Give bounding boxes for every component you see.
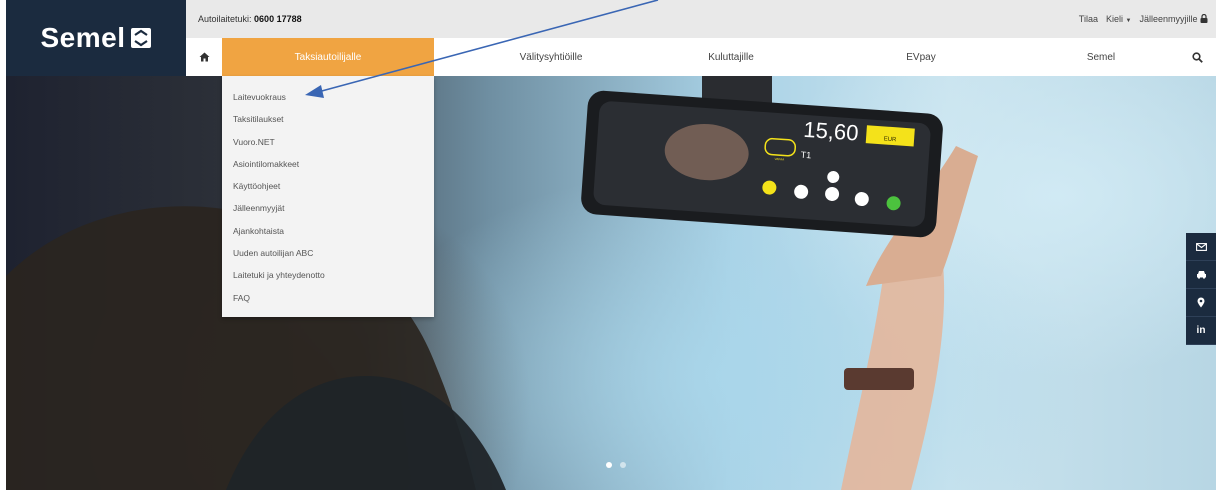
location-pin-icon bbox=[1197, 297, 1205, 308]
nav-item-semel[interactable]: Semel bbox=[1041, 38, 1161, 76]
meter-tariff: T1 bbox=[800, 150, 811, 161]
home-button[interactable] bbox=[186, 38, 222, 76]
nav-item-taksiautoilijalle[interactable]: Taksiautoilijalle bbox=[222, 38, 434, 76]
nav-item-valitysyhtioille[interactable]: Välitysyhtiöille bbox=[486, 38, 616, 76]
search-button[interactable] bbox=[1182, 38, 1212, 76]
car-icon bbox=[1196, 271, 1206, 279]
mail-icon bbox=[1195, 242, 1207, 251]
menu-item-kayttoohjeet[interactable]: Käyttöohjeet bbox=[222, 179, 434, 201]
logo-mark-icon bbox=[130, 28, 151, 48]
menu-item-faq[interactable]: FAQ bbox=[222, 291, 434, 313]
carousel-dot-1[interactable] bbox=[606, 462, 612, 468]
menu-item-uuden-autoilijan-abc[interactable]: Uuden autoilijan ABC bbox=[222, 246, 434, 268]
resellers-link[interactable]: Jälleenmyyjille bbox=[1139, 13, 1208, 24]
lock-icon bbox=[1200, 13, 1208, 23]
nav-item-kuluttajille[interactable]: Kuluttajille bbox=[666, 38, 796, 76]
taksiautoilijalle-dropdown-menu: Laitevuokraus Taksitilaukset Vuoro.NET A… bbox=[222, 76, 434, 317]
hero-banner: 15,60 EUR VAPAA T1 bbox=[6, 76, 1216, 490]
logo-text: Semel bbox=[40, 22, 126, 53]
car-button[interactable] bbox=[1186, 261, 1216, 289]
location-button[interactable] bbox=[1186, 289, 1216, 317]
meter-status-label: VAPAA bbox=[774, 157, 784, 162]
language-label: Kieli bbox=[1105, 14, 1123, 24]
logo[interactable]: Semel bbox=[6, 0, 186, 76]
menu-item-laitevuokraus[interactable]: Laitevuokraus bbox=[222, 90, 434, 112]
hero-image: 15,60 EUR VAPAA T1 bbox=[6, 76, 978, 490]
menu-item-laitetuki-ja-yhteydenotto[interactable]: Laitetuki ja yhteydenotto bbox=[222, 268, 434, 290]
support-label: Autoilaitetuki: bbox=[198, 14, 252, 24]
menu-item-asiointilomakkeet[interactable]: Asiointilomakkeet bbox=[222, 157, 434, 179]
carousel-dot-2[interactable] bbox=[620, 462, 626, 468]
side-contact-strip: in bbox=[1186, 233, 1216, 345]
main-navigation: Taksiautoilijalle Välitysyhtiöille Kulut… bbox=[186, 38, 1216, 76]
menu-item-jalleenmyyjat[interactable]: Jälleenmyyjät bbox=[222, 201, 434, 223]
linkedin-icon: in bbox=[1196, 325, 1206, 336]
linkedin-button[interactable]: in bbox=[1186, 317, 1216, 345]
order-link[interactable]: Tilaa bbox=[1079, 14, 1098, 24]
language-selector[interactable]: Kieli ▼ bbox=[1106, 14, 1131, 24]
meter-currency: EUR bbox=[883, 136, 897, 143]
carousel-dots bbox=[606, 462, 626, 468]
support-phone[interactable]: 0600 17788 bbox=[254, 14, 302, 24]
caret-down-icon: ▼ bbox=[1125, 18, 1132, 24]
top-utility-bar: Autoilaitetuki: 0600 17788 Tilaa Kieli ▼… bbox=[186, 0, 1216, 38]
utility-links: Tilaa Kieli ▼ Jälleenmyyjille bbox=[1079, 13, 1208, 24]
meter-amount: 15,60 bbox=[803, 117, 860, 146]
search-icon bbox=[1191, 51, 1203, 63]
menu-item-taksitilaukset[interactable]: Taksitilaukset bbox=[222, 112, 434, 134]
resellers-label: Jälleenmyyjille bbox=[1139, 14, 1198, 24]
home-icon bbox=[199, 52, 209, 62]
support-info: Autoilaitetuki: 0600 17788 bbox=[198, 14, 302, 24]
menu-item-ajankohtaista[interactable]: Ajankohtaista bbox=[222, 224, 434, 246]
menu-item-vuoro-net[interactable]: Vuoro.NET bbox=[222, 135, 434, 157]
nav-item-evpay[interactable]: EVpay bbox=[861, 38, 981, 76]
mail-button[interactable] bbox=[1186, 233, 1216, 261]
